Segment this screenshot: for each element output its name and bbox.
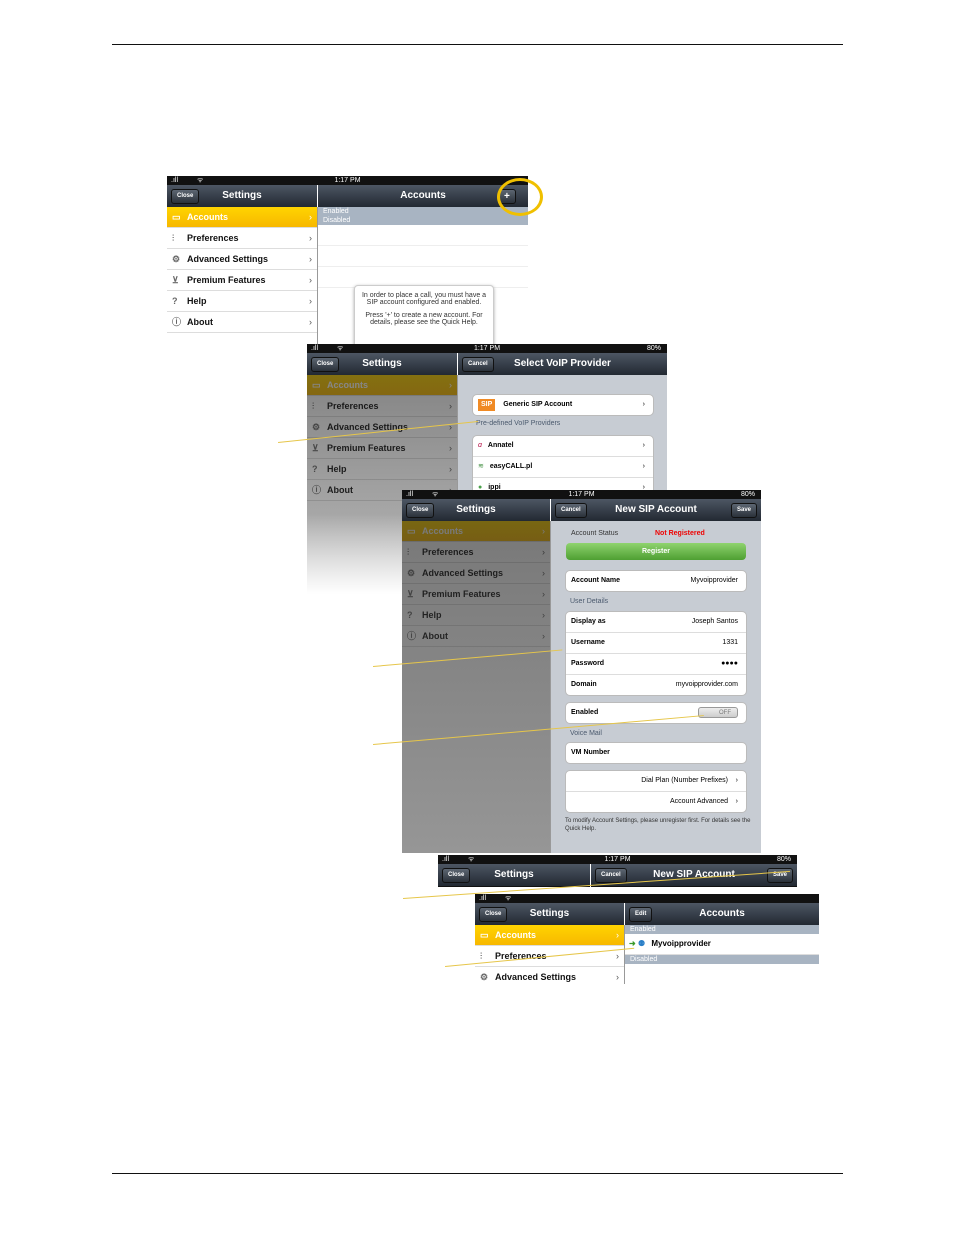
chevron-right-icon: › [642, 401, 645, 408]
provider-annatel[interactable]: ɑ Annatel › [473, 436, 653, 457]
username-field[interactable]: Username 1331 [566, 633, 746, 654]
settings-nav-bar: Close Settings [167, 185, 317, 208]
battery-icon: 80% [740, 491, 755, 498]
sidebar-item-premium-features[interactable]: ⊻Premium Features› [167, 270, 317, 291]
clock: 1:17 PM [334, 177, 361, 184]
gears-icon: ⚙ [480, 972, 489, 982]
enabled-section-header: Enabled [625, 925, 819, 934]
sip-title: New SIP Account [615, 504, 697, 515]
chevron-right-icon: › [735, 777, 738, 784]
sip-form: Account Status Not Registered Register A… [551, 521, 761, 853]
accounts-title: Accounts [699, 908, 745, 919]
chevron-right-icon: › [616, 930, 619, 940]
settings-title: Settings [529, 908, 570, 919]
highlight-circle [497, 178, 543, 216]
register-button[interactable]: Register [566, 543, 746, 560]
chevron-right-icon: › [309, 212, 312, 222]
enabled-section-header: Enabled [318, 207, 528, 216]
dial-plan-row[interactable]: Dial Plan (Number Prefixes) › [566, 771, 746, 792]
status-bar: .ıll ᯤ 1:17 PM 80% [438, 855, 797, 864]
sidebar-item-about[interactable]: ⓘAbout› [167, 312, 317, 333]
battery-icon: 80% [646, 345, 661, 352]
help-icon: ? [172, 296, 178, 306]
wifi-icon: ᯤ [505, 895, 512, 902]
easycall-logo-icon: ≋ [478, 463, 484, 470]
generic-sip-group: SIP Generic SIP Account › [472, 394, 654, 416]
sidebar-item-advanced-settings[interactable]: ⚙Advanced Settings› [475, 967, 624, 984]
accounts-nav-bar: Edit Accounts [625, 903, 819, 926]
clock: 1:17 PM [604, 856, 631, 863]
header-rule [112, 44, 843, 45]
chevron-right-icon: › [309, 254, 312, 264]
sip-nav-bar: Cancel New SIP Account Save [551, 499, 761, 522]
account-advanced-row[interactable]: Account Advanced › [566, 792, 746, 812]
provider-nav-bar: Cancel Select VoIP Provider [458, 353, 667, 376]
predefined-header: Pre-defined VoIP Providers [476, 420, 561, 427]
chevron-right-icon: › [309, 233, 312, 243]
save-button[interactable]: Save [730, 503, 757, 518]
accounts-list: Enabled ➜ ⚉ Myvoipprovider Disabled [625, 925, 819, 984]
screenshot-new-sip-account: .ıll ᯤ 1:17 PM 80% Close Settings Cancel… [402, 490, 761, 853]
footer-note: To modify Account Settings, please unreg… [565, 818, 751, 832]
chevron-right-icon: › [642, 463, 645, 470]
signal-icon: .ıll [479, 895, 486, 902]
chevron-right-icon: › [309, 296, 312, 306]
footer-rule [112, 1173, 843, 1174]
sidebar-item-advanced-settings[interactable]: ⚙Advanced Settings› [167, 249, 317, 270]
status-bar: .ıll ᯤ 1:17 PM [167, 176, 528, 185]
account-row[interactable]: ➜ ⚉ Myvoipprovider [625, 934, 819, 955]
domain-field[interactable]: Domain myvoipprovider.com [566, 675, 746, 695]
arrow-right-icon: ➜ [629, 939, 636, 948]
display-as-field[interactable]: Display as Joseph Santos [566, 612, 746, 633]
voice-mail-header: Voice Mail [570, 730, 602, 737]
screenshot-accounts-added: .ıll ᯤ Close Settings Edit Accounts ▭ Acc… [475, 894, 819, 984]
account-status: Account Status Not Registered [571, 530, 705, 537]
sip-badge-icon: SIP [478, 399, 496, 411]
enabled-toggle[interactable]: OFF [698, 707, 738, 718]
provider-title: Select VoIP Provider [514, 358, 611, 369]
gears-icon: ⚙ [172, 254, 181, 264]
user-details-header: User Details [570, 598, 609, 605]
settings-nav-bar: Close Settings [475, 903, 624, 926]
accounts-icon: ▭ [480, 930, 489, 940]
sidebar-menu: ▭Accounts› ⫶Preferences› ⚙Advanced Setti… [475, 925, 625, 984]
chevron-right-icon: › [735, 798, 738, 805]
sidebar-item-accounts[interactable]: ▭Accounts› [475, 925, 624, 946]
status-bar: .ıll ᯤ [475, 894, 819, 903]
settings-title: Settings [362, 358, 402, 369]
settings-title: Settings [456, 504, 496, 515]
chevron-right-icon: › [309, 275, 312, 285]
clock: 1:17 PM [568, 491, 595, 498]
sidebar-item-help[interactable]: ?Help› [167, 291, 317, 312]
status-bar: .ıll ᯤ 1:17 PM 80% [307, 344, 667, 353]
settings-nav-bar: Close Settings [307, 353, 457, 376]
cart-icon: ⊻ [172, 275, 179, 285]
account-type-icon: ⚉ [637, 939, 646, 948]
disabled-section-header: Disabled [318, 216, 528, 225]
vm-number-field[interactable]: VM Number [566, 743, 746, 763]
clock: 1:17 PM [473, 345, 501, 352]
settings-title: Settings [494, 869, 534, 880]
generic-sip-row[interactable]: SIP Generic SIP Account › [473, 395, 653, 415]
settings-nav-bar: Close Settings [438, 864, 590, 887]
accounts-icon: ▭ [172, 212, 181, 222]
provider-easycall[interactable]: ≋ easyCALL.pl › [473, 457, 653, 478]
disabled-section-header: Disabled [625, 955, 819, 964]
account-name-field[interactable]: Account Name Myvoipprovider [566, 571, 746, 591]
chevron-right-icon: › [642, 442, 645, 449]
annatel-logo-icon: ɑ [478, 442, 482, 449]
chevron-right-icon: › [309, 317, 312, 327]
sidebar-item-accounts[interactable]: ▭Accounts› [167, 207, 317, 228]
sidebar-item-preferences[interactable]: ⫶Preferences› [167, 228, 317, 249]
settings-title: Settings [222, 190, 262, 201]
info-icon: ⓘ [172, 317, 182, 327]
status-bar: .ıll ᯤ 1:17 PM 80% [402, 490, 761, 499]
preferences-icon: ⫶ [172, 233, 175, 243]
password-field[interactable]: Password ●●●● [566, 654, 746, 675]
status-value: Not Registered [655, 530, 705, 537]
settings-nav-bar: Close Settings [402, 499, 550, 522]
battery-icon: 80% [776, 856, 791, 863]
chevron-right-icon: › [616, 972, 619, 982]
